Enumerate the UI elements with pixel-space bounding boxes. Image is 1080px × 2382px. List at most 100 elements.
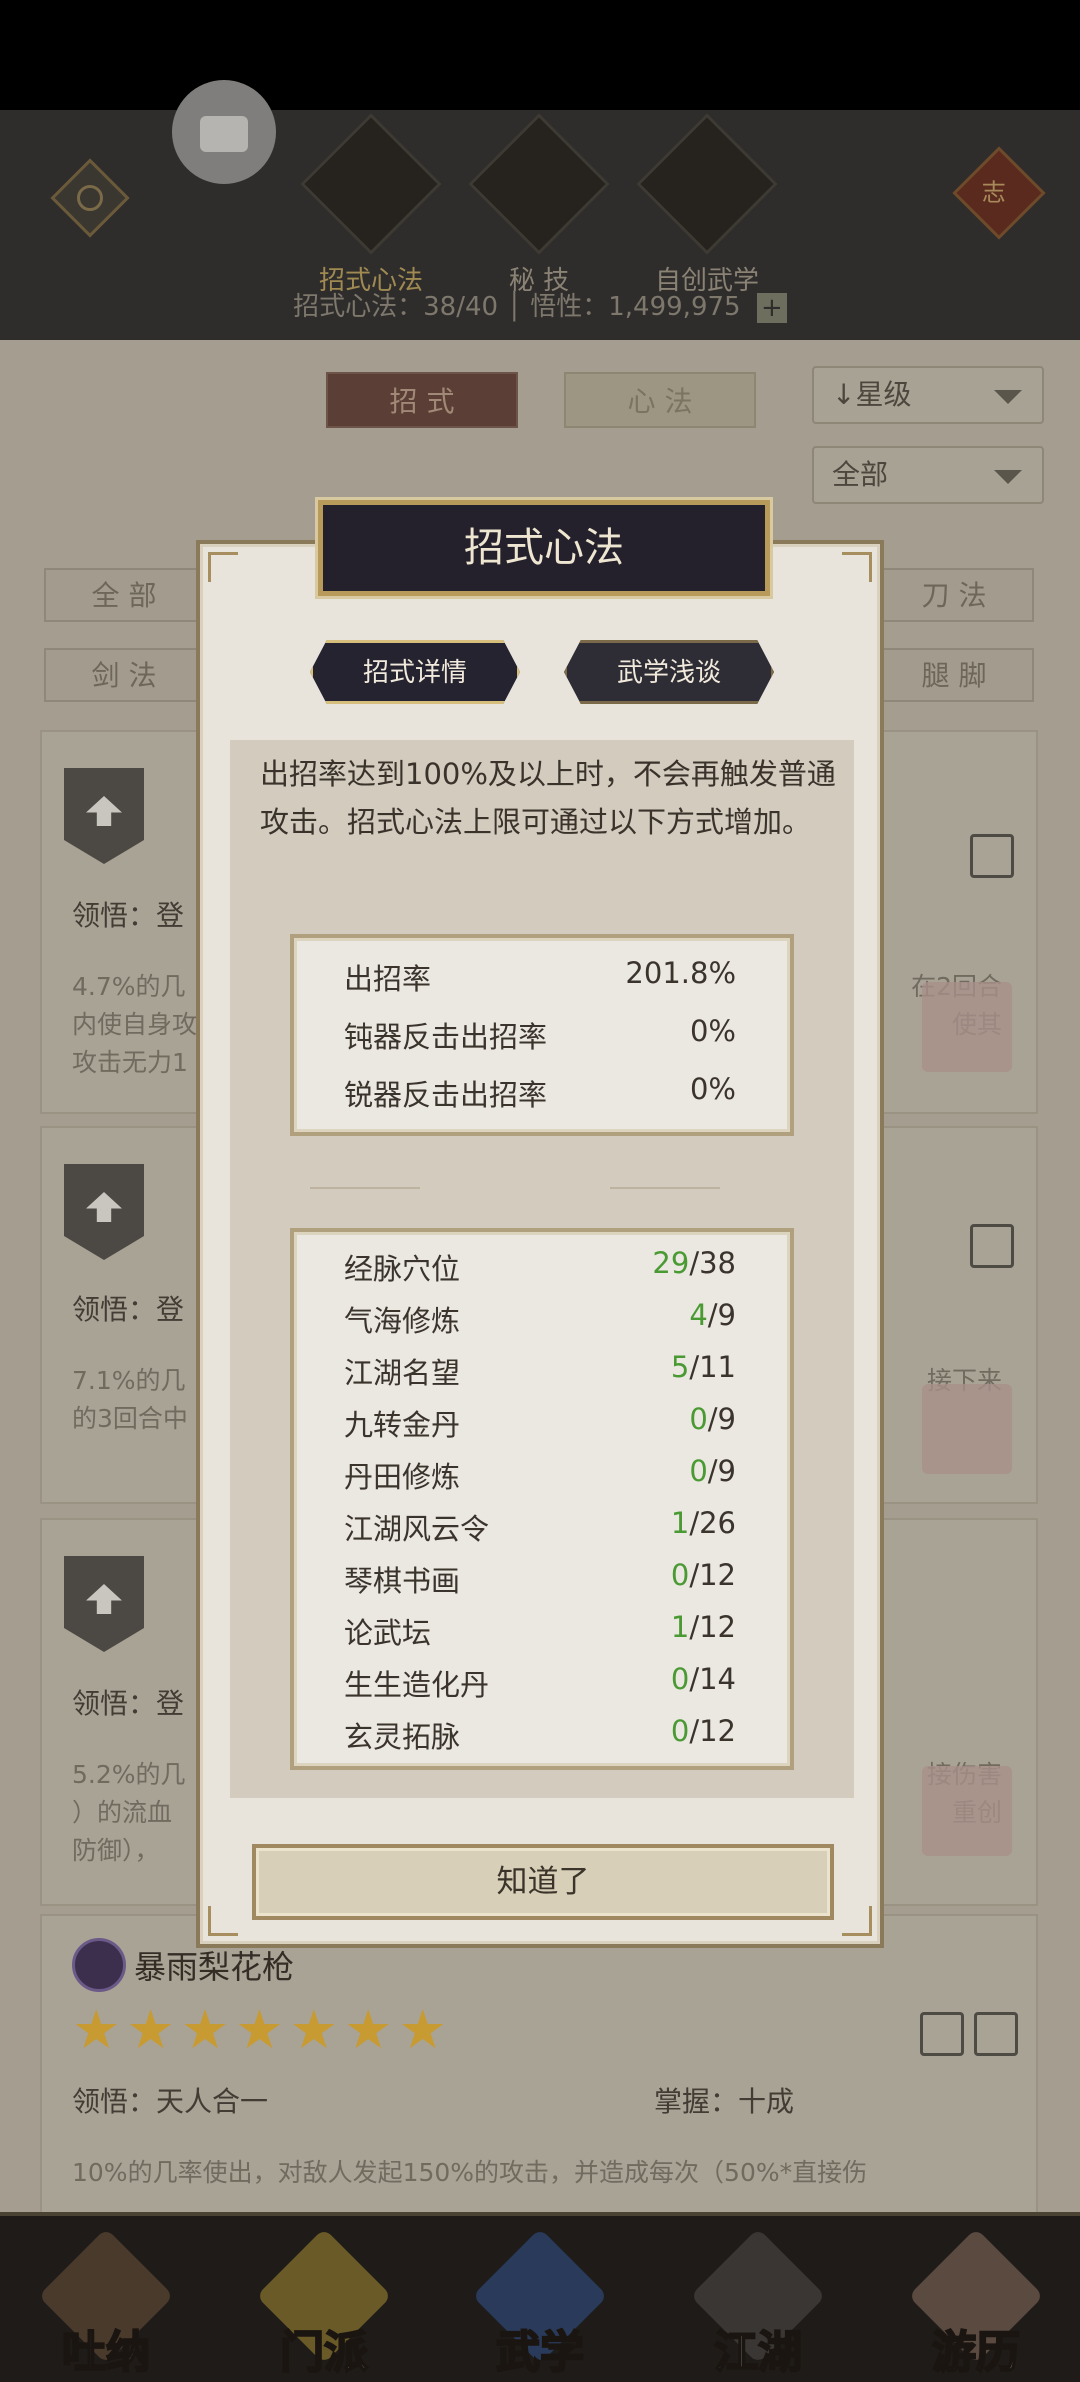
source-current: 5 — [670, 1350, 690, 1384]
source-name: 九转金丹 — [344, 1408, 461, 1442]
nav-label: 吐纳 — [61, 2326, 151, 2379]
filter-leg[interactable]: 腿 脚 — [874, 648, 1034, 702]
rates-panel: 出招率 201.8% 钝器反击出招率 0% 锐器反击出招率 0% — [290, 934, 794, 1136]
desc-line: 攻击无力1 — [72, 1048, 188, 1077]
add-insight-button[interactable]: + — [756, 292, 787, 323]
ornamental-divider — [310, 1178, 774, 1198]
knot-ornament-button[interactable]: 志 — [952, 146, 1046, 240]
source-row: 丹田修炼 0/9 — [344, 1454, 736, 1506]
stat-text: 招式心法：38/40 │ 悟性：1,499,975 — [293, 292, 741, 322]
segment-mind[interactable]: 心 法 — [564, 372, 756, 428]
source-current: 0 — [670, 1714, 690, 1748]
tab-moves[interactable]: 招式心法 — [296, 113, 446, 297]
source-current: 1 — [670, 1610, 690, 1644]
desc-line: 防御）， — [72, 1836, 160, 1865]
chevron-down-icon — [994, 470, 1022, 484]
source-max: /11 — [689, 1350, 736, 1384]
source-max: /12 — [689, 1610, 736, 1644]
sword-icon — [300, 113, 442, 255]
source-row: 论武坛 1/12 — [344, 1610, 736, 1662]
seal-stamp — [922, 1384, 1012, 1474]
source-max: /12 — [689, 1714, 736, 1748]
nav-travel[interactable]: 游历 — [906, 2228, 1046, 2379]
filter-saber[interactable]: 刀 法 — [874, 568, 1034, 622]
rank-up-icon — [64, 1556, 144, 1652]
filter-label: 刀 法 — [921, 579, 987, 612]
source-max: /38 — [689, 1246, 736, 1280]
skill-name: 暴雨梨花枪 — [134, 1948, 295, 1986]
scroll-icon — [636, 113, 778, 255]
source-row: 生生造化丹 0/14 — [344, 1662, 736, 1714]
source-name: 论武坛 — [344, 1616, 432, 1650]
skill-avatar — [72, 1938, 126, 1992]
desc-line: 7.1%的几 — [72, 1366, 186, 1395]
source-name: 江湖名望 — [344, 1356, 461, 1390]
source-current: 1 — [670, 1506, 690, 1540]
filter-label: 全 部 — [91, 579, 157, 612]
select-value: ↓星级 — [832, 378, 912, 411]
source-name: 生生造化丹 — [344, 1668, 490, 1702]
nav-label: 门派 — [279, 2326, 369, 2379]
desc-line: 内使自身攻 — [72, 1010, 198, 1039]
source-current: 4 — [689, 1298, 708, 1332]
sort-select[interactable]: ↓星级 — [812, 366, 1044, 424]
corner-ornament — [208, 552, 238, 582]
tab-custom-arts[interactable]: 自创武学 — [632, 113, 782, 297]
source-max: /9 — [707, 1402, 736, 1436]
comprehension-text: 领悟：天人合一 — [72, 2085, 269, 2118]
limit-sources-panel: 经脉穴位 29/38 气海修炼 4/9 江湖名望 5/11 九转金丹 0/9 丹田修炼 0… — [290, 1228, 794, 1770]
source-max: /12 — [689, 1558, 736, 1592]
filter-sword[interactable]: 剑 法 — [44, 648, 204, 702]
skill-desc: 10%的几率使出，对敌人发起150%的攻击，并造成每次（50%*直接伤 — [72, 2158, 868, 2187]
source-name: 江湖风云令 — [344, 1512, 490, 1546]
select-value: 全部 — [832, 458, 889, 491]
comprehension-text: 领悟：登 — [72, 1293, 185, 1326]
source-name: 琴棋书画 — [344, 1564, 461, 1598]
desc-line: 的3回合中 — [72, 1404, 188, 1433]
skill-card[interactable]: 暴雨梨花枪 ★★★★★★★ 领悟：天人合一 掌握：十成 10%的几率使出，对敌人… — [40, 1914, 1038, 2214]
rate-name: 锐器反击出招率 — [344, 1078, 548, 1112]
seal-stamp — [922, 1766, 1012, 1856]
nav-label: 游历 — [931, 2326, 1021, 2379]
moves-info-dialog: 招式心法 招式详情 武学浅谈 出招率达到100%及以上时，不会再触发普通攻击。招… — [196, 500, 884, 1948]
filter-all[interactable]: 全 部 — [44, 568, 204, 622]
source-current: 29 — [652, 1246, 690, 1280]
status-bar — [0, 0, 1080, 110]
weapon-type-icon — [970, 1224, 1014, 1268]
source-row: 气海修炼 4/9 — [344, 1298, 736, 1350]
comprehension-text: 领悟：登 — [72, 1687, 185, 1720]
dialog-title: 招式心法 — [464, 525, 624, 571]
category-select[interactable]: 全部 — [812, 446, 1044, 504]
segment-label: 心 法 — [627, 385, 693, 418]
tab-move-detail[interactable]: 招式详情 — [310, 640, 520, 704]
eye-icon[interactable] — [50, 158, 130, 238]
source-current: 0 — [689, 1402, 708, 1436]
tab-martial-talk[interactable]: 武学浅谈 — [564, 640, 774, 704]
nav-sect[interactable]: 门派 — [254, 2228, 394, 2379]
source-current: 0 — [689, 1454, 708, 1488]
rate-value: 0% — [689, 1072, 736, 1106]
tab-secret-skills[interactable]: 秘 技 — [464, 113, 614, 297]
source-current: 0 — [670, 1558, 690, 1592]
corner-ornament — [842, 1906, 872, 1936]
filter-label: 剑 法 — [91, 659, 157, 692]
nav-breathing[interactable]: 吐纳 — [36, 2228, 176, 2379]
filter-label: 腿 脚 — [921, 659, 987, 692]
chevron-down-icon — [994, 390, 1022, 404]
segment-moves[interactable]: 招 式 — [326, 372, 518, 428]
nav-jianghu[interactable]: 江湖 — [688, 2228, 828, 2379]
tab-label: 招式详情 — [362, 658, 467, 688]
source-max: /9 — [707, 1298, 736, 1332]
nav-martial-arts[interactable]: 武学 — [470, 2228, 610, 2379]
source-row: 江湖风云令 1/26 — [344, 1506, 736, 1558]
bottom-nav: 吐纳 门派 武学 江湖 游历 — [0, 2212, 1080, 2382]
dialog-body: 出招率达到100%及以上时，不会再触发普通攻击。招式心法上限可通过以下方式增加。… — [230, 740, 854, 1798]
source-row: 江湖名望 5/11 — [344, 1350, 736, 1402]
nav-label: 江湖 — [713, 2326, 803, 2379]
rank-up-icon — [64, 1164, 144, 1260]
corner-ornament — [208, 1906, 238, 1936]
floating-assist-button[interactable] — [172, 80, 276, 184]
got-it-button[interactable]: 知道了 — [252, 1844, 834, 1920]
source-row: 玄灵拓脉 0/12 — [344, 1714, 736, 1766]
desc-line: 5.2%的几 — [72, 1760, 186, 1789]
